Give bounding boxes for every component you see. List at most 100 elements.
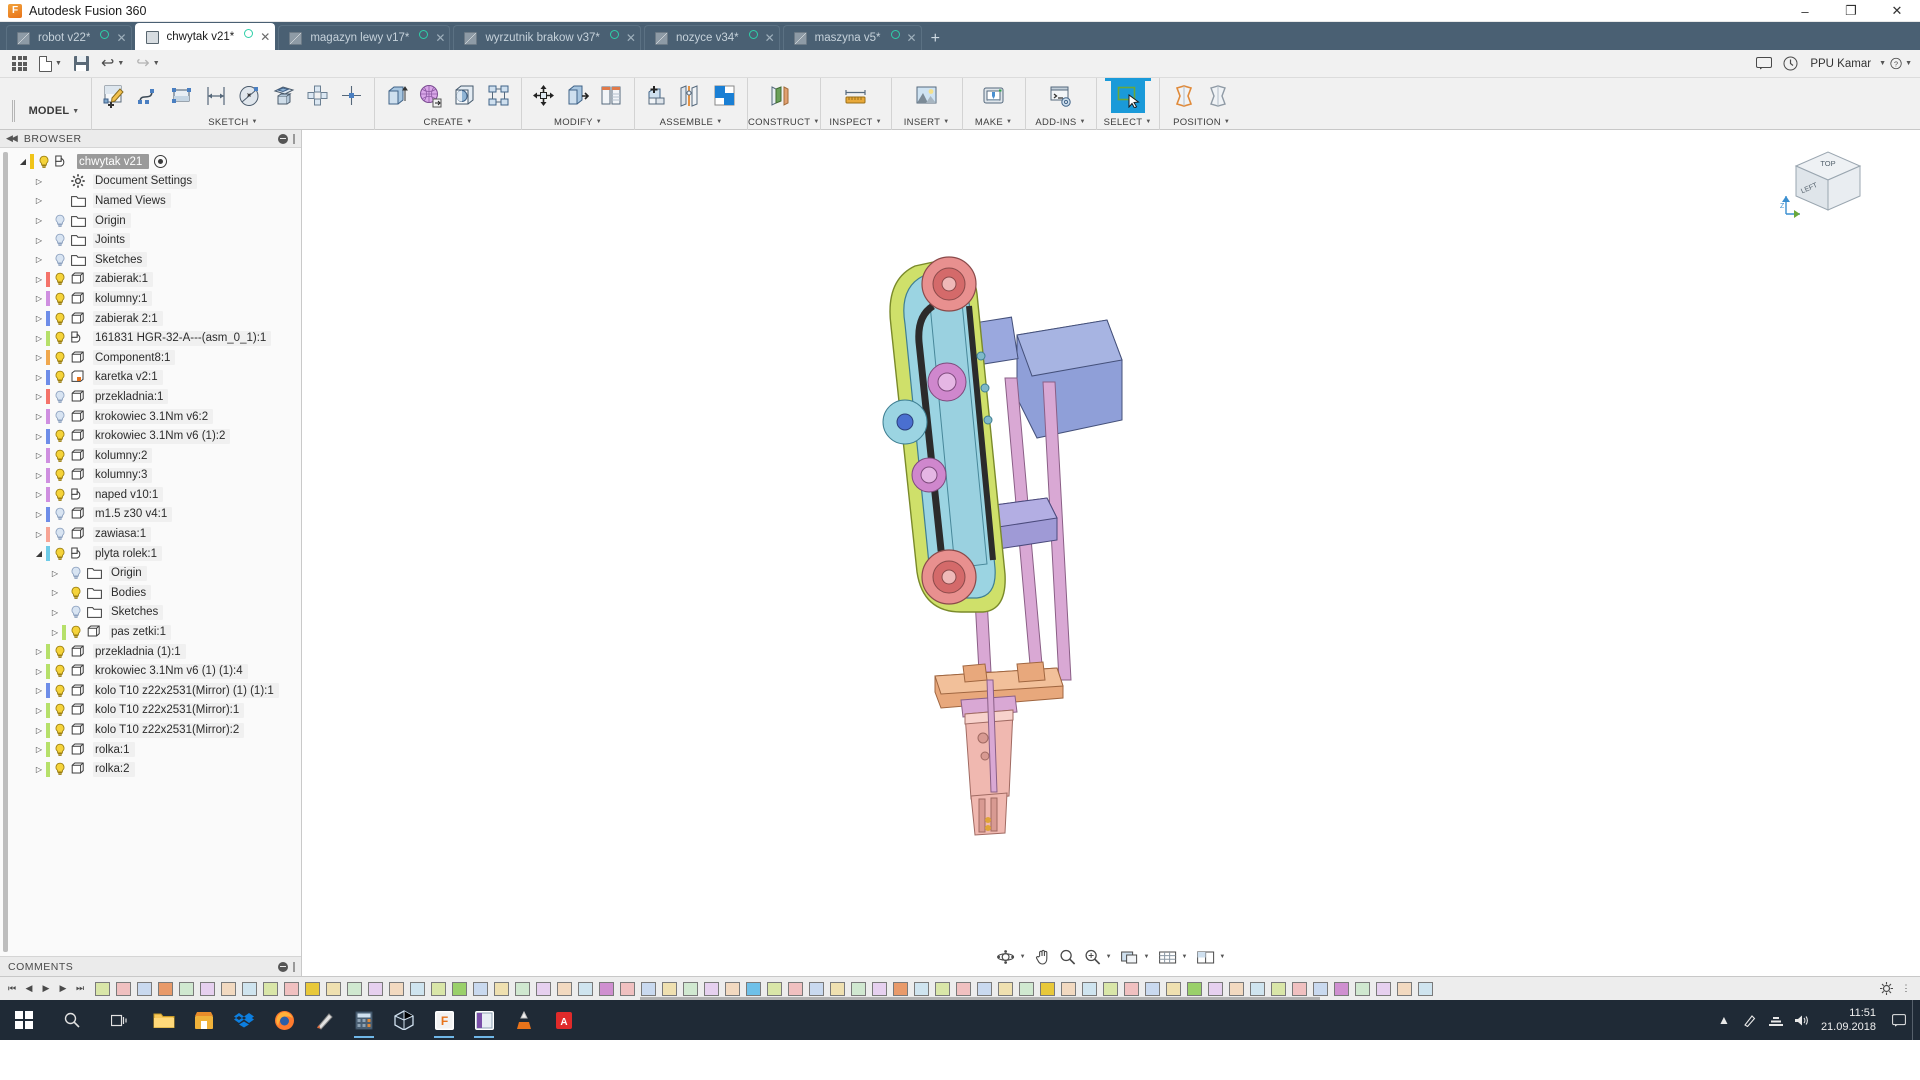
visibility-bulb-icon[interactable] (53, 449, 67, 463)
browser-tree-item[interactable]: ▷ kolo T10 z22x2531(Mirror) (1) (1):1 (0, 681, 301, 701)
timeline-feature[interactable] (323, 979, 344, 999)
timeline-feature[interactable] (281, 979, 302, 999)
go-to-end-button[interactable]: ⏭ (72, 980, 88, 998)
ribbon-group-label-construct[interactable]: CONSTRUCT ▼ (748, 114, 820, 130)
browser-tree-item[interactable]: ▷ kolo T10 z22x2531(Mirror):2 (0, 720, 301, 740)
spline-button[interactable] (131, 79, 165, 113)
document-tab[interactable]: magazyn lewy v17* ✕ (278, 25, 451, 50)
timeline-feature[interactable] (575, 979, 596, 999)
timeline-feature[interactable] (1415, 979, 1436, 999)
expand-arrow-closed-icon[interactable]: ▷ (32, 236, 46, 245)
timeline-feature[interactable] (764, 979, 785, 999)
browser-tree-item[interactable]: ▷ pas zetki:1 (0, 622, 301, 642)
timeline-feature[interactable] (218, 979, 239, 999)
orbit-button[interactable]: ▼ (994, 946, 1029, 968)
create-pattern-button[interactable] (482, 79, 516, 113)
expand-arrow-closed-icon[interactable]: ▷ (32, 686, 46, 695)
taskbar-app-3d-viewer[interactable] (384, 1000, 424, 1040)
ribbon-group-label-position[interactable]: POSITION ▼ (1160, 114, 1244, 130)
expand-arrow-closed-icon[interactable]: ▷ (32, 177, 46, 186)
expand-arrow-closed-icon[interactable]: ▷ (32, 275, 46, 284)
browser-tree[interactable]: ◢ chwytak v21 ▷ Document Settings ▷ Named … (0, 148, 301, 956)
circle-button[interactable] (233, 79, 267, 113)
ribbon-group-label-make[interactable]: MAKE ▼ (963, 114, 1025, 130)
expand-arrow-closed-icon[interactable]: ▷ (32, 353, 46, 362)
expand-arrow-closed-icon[interactable]: ▷ (32, 471, 46, 480)
expand-arrow-open-icon[interactable]: ◢ (16, 157, 30, 166)
timeline-feature[interactable] (1184, 979, 1205, 999)
timeline-feature[interactable] (1247, 979, 1268, 999)
timeline-feature[interactable] (1163, 979, 1184, 999)
timeline-feature[interactable] (1100, 979, 1121, 999)
play-button[interactable]: ▶ (38, 980, 54, 998)
visibility-bulb-icon[interactable] (53, 410, 67, 424)
insert-decal-button[interactable] (910, 79, 944, 113)
browser-tree-item[interactable]: ▷ zabierak:1 (0, 270, 301, 290)
timeline-feature[interactable] (1016, 979, 1037, 999)
expand-arrow-closed-icon[interactable]: ▷ (48, 588, 62, 597)
timeline-feature[interactable] (1310, 979, 1331, 999)
timeline-feature[interactable] (134, 979, 155, 999)
browser-scrollbar[interactable] (3, 152, 8, 952)
visibility-bulb-icon[interactable] (69, 605, 83, 619)
browser-tree-item[interactable]: ▷ kolumny:2 (0, 446, 301, 466)
taskbar-app-acrobat-reader[interactable]: A (544, 1000, 584, 1040)
browser-tree-item[interactable]: ▷ Origin (0, 211, 301, 231)
browser-tree-item[interactable]: ▷ Named Views (0, 191, 301, 211)
timeline-feature[interactable] (1058, 979, 1079, 999)
timeline-feature[interactable] (680, 979, 701, 999)
timeline-feature[interactable] (407, 979, 428, 999)
visibility-bulb-icon[interactable] (53, 312, 67, 326)
taskbar-app-paint[interactable] (304, 1000, 344, 1040)
expand-arrow-closed-icon[interactable]: ▷ (32, 667, 46, 676)
viewports-button[interactable]: ▼ (1193, 946, 1228, 968)
display-settings-button[interactable]: ▼ (1118, 946, 1153, 968)
sketch-pattern-button[interactable] (301, 79, 335, 113)
expand-arrow-closed-icon[interactable]: ▷ (32, 255, 46, 264)
visibility-bulb-icon[interactable] (53, 194, 67, 208)
pen-icon[interactable] (1737, 1000, 1763, 1040)
browser-tree-item[interactable]: ▷ zabierak 2:1 (0, 309, 301, 329)
timeline-feature[interactable] (449, 979, 470, 999)
timeline-feature[interactable] (953, 979, 974, 999)
taskbar-app-microsoft-store[interactable] (184, 1000, 224, 1040)
browser-tree-item[interactable]: ▷ kolumny:3 (0, 466, 301, 486)
ribbon-group-label-insert[interactable]: INSERT ▼ (892, 114, 962, 130)
new-document-button[interactable]: ▼ (33, 52, 68, 76)
panel-grip[interactable] (293, 961, 295, 972)
timeline-feature[interactable] (995, 979, 1016, 999)
browser-tree-item[interactable]: ▷ Component8:1 (0, 348, 301, 368)
action-center-icon[interactable] (1886, 1000, 1912, 1040)
taskbar-search-button[interactable] (48, 1000, 96, 1040)
pan-button[interactable] (1032, 946, 1054, 968)
visibility-bulb-icon[interactable] (53, 390, 67, 404)
ribbon-group-label-select[interactable]: SELECT ▼ (1097, 114, 1159, 130)
timeline-feature[interactable] (176, 979, 197, 999)
visibility-bulb-icon[interactable] (53, 743, 67, 757)
browser-tree-item[interactable]: ▷ Document Settings (0, 172, 301, 192)
view-cube[interactable]: TOP LEFT Z (1776, 144, 1872, 220)
browser-tree-item[interactable]: ▷ krokowiec 3.1Nm v6 (1) (1):4 (0, 661, 301, 681)
step-forward-button[interactable]: ▶ (55, 980, 71, 998)
cad-model-graphic[interactable] (302, 130, 1920, 976)
expand-arrow-closed-icon[interactable]: ▷ (32, 706, 46, 715)
timeline-feature[interactable] (974, 979, 995, 999)
visibility-bulb-icon[interactable] (53, 429, 67, 443)
mesh-create-button[interactable] (414, 79, 448, 113)
visibility-bulb-icon[interactable] (53, 233, 67, 247)
browser-tree-item[interactable]: ▷ rolka:1 (0, 740, 301, 760)
expand-arrow-closed-icon[interactable]: ▷ (32, 314, 46, 323)
visibility-bulb-icon[interactable] (53, 527, 67, 541)
timeline-feature[interactable] (1037, 979, 1058, 999)
panel-grip[interactable] (293, 133, 295, 144)
timeline-feature[interactable] (911, 979, 932, 999)
close-tab-icon[interactable]: ✕ (626, 31, 636, 45)
timeline-feature[interactable] (806, 979, 827, 999)
browser-tree-item[interactable]: ▷ krokowiec 3.1Nm v6:2 (0, 407, 301, 427)
document-tab[interactable]: maszyna v5* ✕ (782, 25, 922, 50)
timeline-settings-button[interactable] (1878, 980, 1894, 998)
visibility-bulb-icon[interactable] (69, 625, 83, 639)
network-icon[interactable] (1763, 1000, 1789, 1040)
visibility-bulb-icon[interactable] (53, 684, 67, 698)
visibility-bulb-icon[interactable] (53, 214, 67, 228)
